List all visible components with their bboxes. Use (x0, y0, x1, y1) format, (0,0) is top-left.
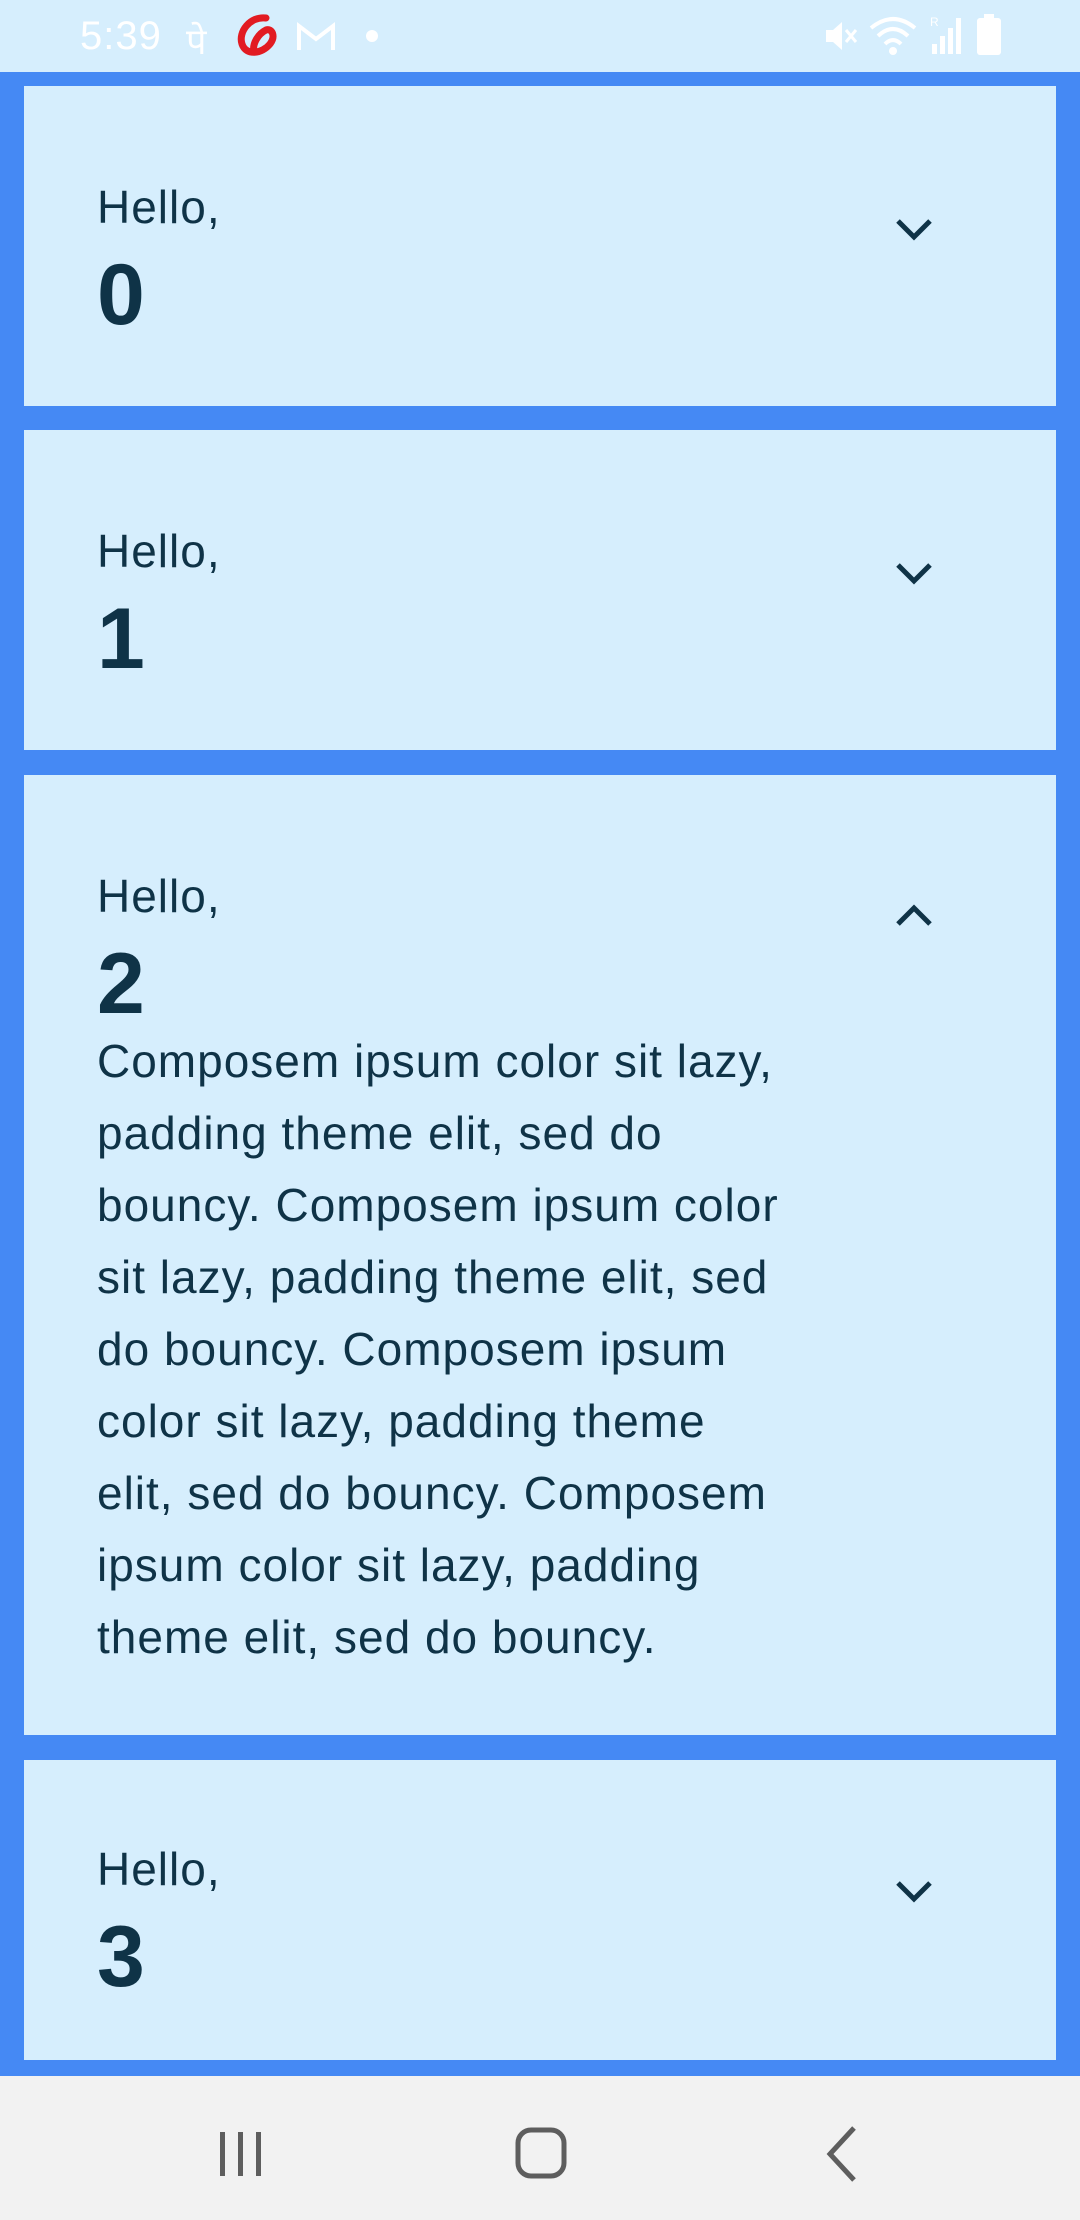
body-line: ipsum color sit lazy, padding (97, 1539, 701, 1591)
accordion-card-3[interactable]: Hello, 3 (24, 1760, 1056, 2060)
phonepe-icon: पे (186, 21, 207, 62)
body-line: bouncy. Composem ipsum color (97, 1179, 779, 1231)
card-number: 3 (97, 1909, 145, 2005)
chevron-up-icon[interactable] (890, 893, 938, 941)
card-body-text: Composem ipsum color sit lazy, padding t… (97, 1025, 877, 1673)
recent-apps-icon[interactable] (200, 2114, 280, 2194)
gmail-icon (297, 21, 335, 50)
svg-text:R: R (930, 15, 939, 29)
card-greeting: Hello, (97, 870, 221, 922)
chevron-down-icon[interactable] (890, 548, 938, 596)
battery-icon (977, 14, 1001, 55)
card-number: 2 (97, 936, 145, 1032)
body-line: theme elit, sed do bouncy. (97, 1611, 657, 1663)
card-greeting: Hello, (97, 525, 221, 577)
card-greeting: Hello, (97, 181, 221, 233)
body-line: padding theme elit, sed do (97, 1107, 663, 1159)
body-line: sit lazy, padding theme elit, sed (97, 1251, 769, 1303)
chevron-down-icon[interactable] (890, 204, 938, 252)
body-line: do bouncy. Composem ipsum (97, 1323, 728, 1375)
notification-dot-icon (366, 30, 378, 42)
card-number: 1 (97, 591, 145, 687)
body-line: elit, sed do bouncy. Composem (97, 1467, 767, 1519)
body-line: color sit lazy, padding theme (97, 1395, 706, 1447)
card-number: 0 (97, 247, 145, 343)
card-greeting: Hello, (97, 1843, 221, 1895)
mute-icon (826, 22, 858, 50)
back-icon[interactable] (804, 2114, 884, 2194)
status-bar: 5:39 पे R (0, 0, 1080, 72)
accordion-card-2[interactable]: Hello, 2 Composem ipsum color sit lazy, … (24, 775, 1056, 1735)
chevron-down-icon[interactable] (890, 1866, 938, 1914)
accordion-card-0[interactable]: Hello, 0 (24, 86, 1056, 406)
status-time: 5:39 (80, 14, 162, 58)
wifi-icon (869, 17, 917, 55)
navigation-bar (0, 2076, 1080, 2220)
body-line: Composem ipsum color sit lazy, (97, 1035, 773, 1087)
accordion-list[interactable]: Hello, 0 Hello, 1 Hello, 2 Composem ipsu… (0, 72, 1080, 2068)
accordion-card-1[interactable]: Hello, 1 (24, 430, 1056, 750)
signal-icon: R (930, 15, 961, 54)
home-icon[interactable] (502, 2114, 582, 2194)
airtel-icon (237, 14, 277, 56)
